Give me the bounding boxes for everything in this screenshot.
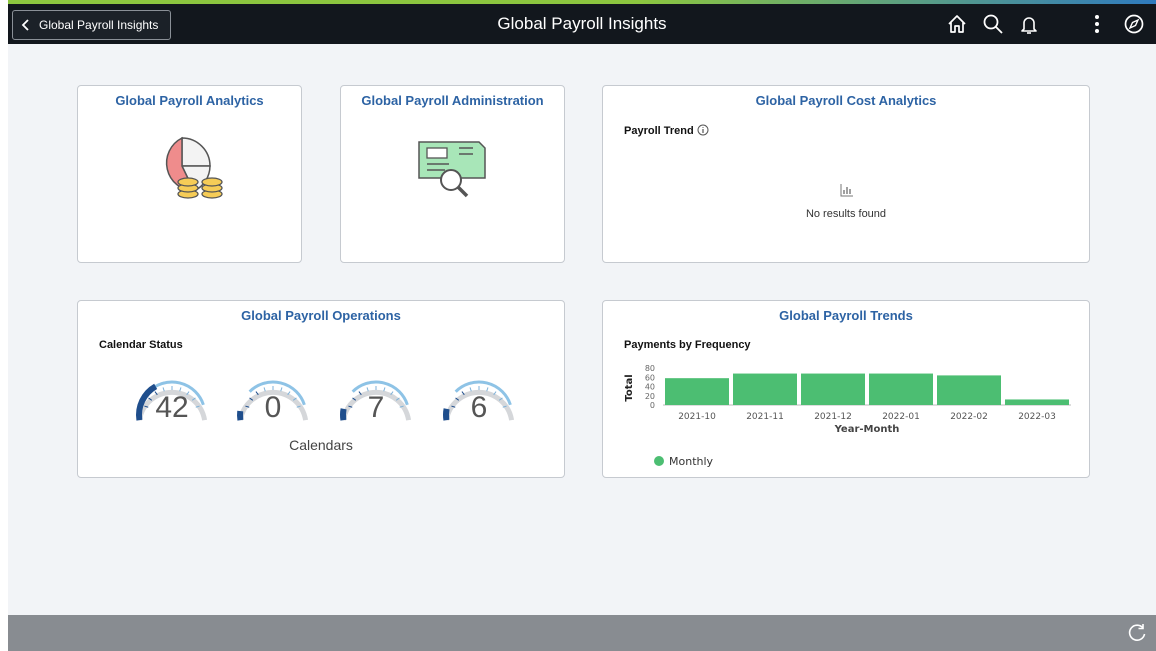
calendar-gauge[interactable]: 6 — [439, 375, 519, 439]
chevron-left-icon — [21, 19, 29, 31]
bar-2022-01[interactable] — [869, 373, 933, 405]
navbar-compass-icon[interactable] — [1123, 13, 1145, 35]
payroll-trend-label: Payroll Trend — [624, 125, 694, 137]
back-button-label: Global Payroll Insights — [39, 18, 159, 32]
back-button[interactable]: Global Payroll Insights — [12, 10, 172, 40]
tile-global-payroll-administration[interactable]: Global Payroll Administration — [340, 85, 565, 263]
legend-swatch — [654, 456, 664, 466]
tile-global-payroll-cost-analytics[interactable]: Global Payroll Cost Analytics Payroll Tr… — [602, 85, 1090, 263]
x-tick-label: 2021-12 — [814, 412, 852, 422]
gauge-value: 42 — [155, 391, 189, 424]
app-header: Global Payroll Insights Global Payroll I… — [8, 4, 1156, 44]
calendar-status-heading: Calendar Status — [99, 339, 183, 351]
payroll-trend-heading: Payroll Trend — [624, 124, 709, 137]
legend-label: Monthly — [669, 455, 714, 468]
gauge-value: 7 — [367, 391, 385, 424]
x-tick-label: 2022-01 — [882, 412, 920, 422]
check-magnifier-icon — [418, 141, 486, 198]
tile-global-payroll-operations[interactable]: Global Payroll Operations Calendar Statu… — [77, 300, 565, 478]
bar-2021-10[interactable] — [665, 378, 729, 405]
x-axis-label: Year-Month — [834, 424, 900, 435]
app-frame: Global Payroll Insights Global Payroll I… — [8, 0, 1156, 651]
actions-menu-icon[interactable] — [1086, 13, 1108, 35]
tile-global-payroll-trends[interactable]: Global Payroll Trends Payments by Freque… — [602, 300, 1090, 478]
calendar-gauge[interactable]: 42 — [132, 375, 212, 439]
x-tick-label: 2021-10 — [678, 412, 716, 422]
bar-2021-11[interactable] — [733, 373, 797, 405]
gauge-value: 6 — [470, 391, 488, 424]
y-tick-label: 40 — [645, 383, 655, 392]
y-tick-label: 0 — [650, 401, 655, 410]
no-results-message: No results found — [805, 208, 887, 220]
home-icon[interactable] — [946, 13, 968, 35]
y-axis-label: Total — [624, 374, 635, 401]
notification-bell-icon[interactable] — [1018, 13, 1040, 35]
pie-chart-coins-icon — [165, 136, 223, 199]
gauge-value: 0 — [264, 391, 282, 424]
info-icon[interactable] — [697, 124, 709, 136]
calendars-caption: Calendars — [289, 437, 353, 453]
tile-title: Global Payroll Operations — [241, 308, 401, 323]
payments-by-frequency-heading: Payments by Frequency — [624, 339, 751, 351]
tile-title: Global Payroll Cost Analytics — [755, 93, 937, 108]
x-tick-label: 2022-03 — [1018, 412, 1056, 422]
tile-title: Global Payroll Trends — [779, 308, 913, 323]
calendar-gauge[interactable]: 0 — [233, 375, 313, 439]
tile-global-payroll-analytics[interactable]: Global Payroll Analytics — [77, 85, 302, 263]
bar-2022-03[interactable] — [1005, 399, 1069, 405]
y-tick-label: 80 — [645, 364, 655, 373]
tile-title: Global Payroll Analytics — [115, 93, 264, 108]
y-tick-label: 60 — [645, 373, 655, 382]
search-icon[interactable] — [982, 13, 1004, 35]
tile-title: Global Payroll Administration — [361, 93, 544, 108]
chart-empty-icon — [840, 184, 853, 197]
y-tick-label: 20 — [645, 392, 655, 401]
x-tick-label: 2021-11 — [746, 412, 784, 422]
bar-2021-12[interactable] — [801, 373, 865, 405]
refresh-icon[interactable] — [1126, 622, 1148, 644]
x-tick-label: 2022-02 — [950, 412, 988, 422]
payments-by-frequency-chart: Total 020406080 2021-10 2021-11 2021-12 2022-… — [624, 364, 1071, 468]
calendar-gauge[interactable]: 7 — [336, 375, 416, 439]
footer-bar — [8, 615, 1156, 651]
bar-2022-02[interactable] — [937, 375, 1001, 405]
